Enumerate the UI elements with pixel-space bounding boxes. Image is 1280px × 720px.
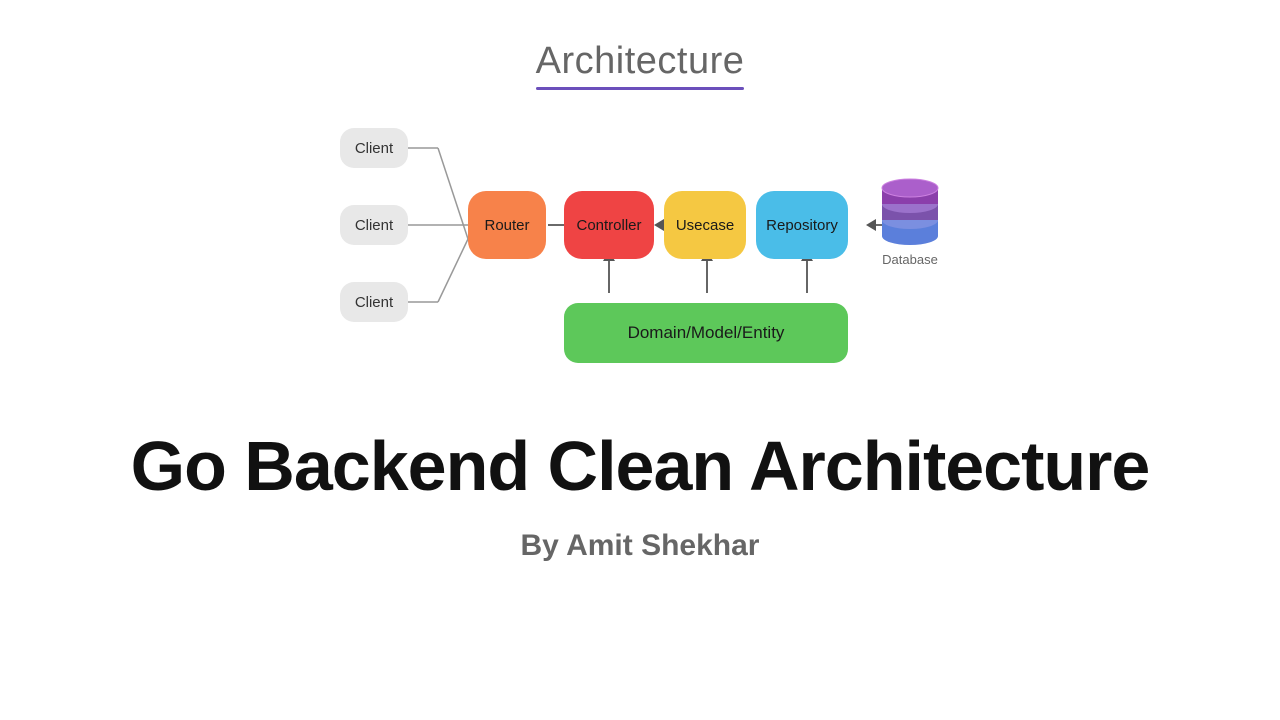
- architecture-title: Architecture: [536, 40, 745, 83]
- database-icon-wrap: Database: [875, 168, 945, 267]
- usecase-node: Usecase: [664, 191, 746, 259]
- client-bottom: Client: [340, 282, 408, 322]
- router-node: Router: [468, 191, 546, 259]
- client-top: Client: [340, 128, 408, 168]
- architecture-title-section: Architecture: [536, 40, 745, 90]
- repository-node: Repository: [756, 191, 848, 259]
- main-title: Go Backend Clean Architecture: [131, 428, 1150, 505]
- author-label: By Amit Shekhar: [521, 529, 760, 563]
- domain-node: Domain/Model/Entity: [564, 303, 848, 363]
- controller-node: Controller: [564, 191, 654, 259]
- client-middle: Client: [340, 205, 408, 245]
- database-label: Database: [882, 252, 938, 267]
- database-icon: [875, 168, 945, 248]
- architecture-diagram: Client Client Client Ro: [320, 118, 960, 398]
- title-underline: [536, 87, 745, 90]
